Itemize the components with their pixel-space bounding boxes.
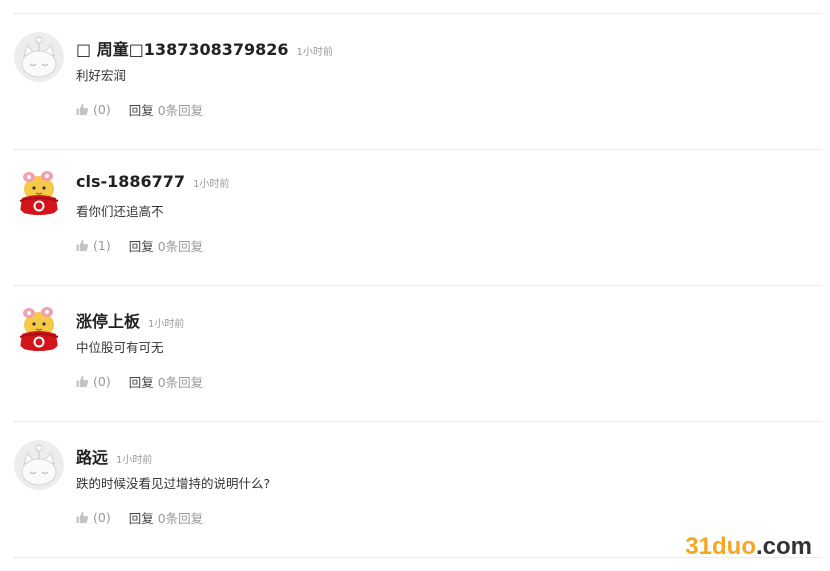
reply-count[interactable]: 0条回复	[158, 236, 203, 255]
reply-button[interactable]: 回复	[129, 236, 154, 255]
like-count: (1)	[93, 238, 111, 253]
timestamp: 1小时前	[193, 179, 230, 190]
comment-text: 利好宏润	[76, 68, 127, 83]
reply-count[interactable]: 0条回复	[158, 100, 203, 119]
thumbs-up-icon	[76, 375, 89, 388]
red-mascot-avatar[interactable]	[14, 168, 64, 218]
comment-header: cls-1886777 1小时前	[76, 172, 229, 191]
like-button[interactable]: (0)	[76, 102, 111, 117]
username[interactable]: 涨停上板	[76, 308, 140, 332]
comment-list: □ 周童□1387308379826 1小时前 利好宏润 (0) 回复 0条回复…	[13, 13, 821, 558]
comment-item: 涨停上板 1小时前 中位股可有可无 (0) 回复 0条回复	[13, 286, 821, 422]
like-count: (0)	[93, 510, 111, 525]
like-count: (0)	[93, 374, 111, 389]
thumbs-up-icon	[76, 239, 89, 252]
comment-actions: (0) 回复 0条回复	[76, 100, 203, 119]
username[interactable]: 路远	[76, 444, 108, 468]
watermark-domain: .com	[755, 533, 812, 560]
comment-actions: (0) 回复 0条回复	[76, 508, 203, 527]
reply-count[interactable]: 0条回复	[158, 508, 203, 527]
comment-actions: (0) 回复 0条回复	[76, 372, 203, 391]
thumbs-up-icon	[76, 511, 89, 524]
username[interactable]: □ 周童□1387308379826	[76, 36, 289, 60]
username[interactable]: cls-1886777	[76, 172, 185, 191]
like-button[interactable]: (0)	[76, 374, 111, 389]
like-count: (0)	[93, 102, 111, 117]
default-cat-avatar[interactable]	[14, 32, 64, 82]
comment-header: 路远 1小时前	[76, 444, 152, 468]
comment-item: □ 周童□1387308379826 1小时前 利好宏润 (0) 回复 0条回复	[13, 14, 821, 150]
site-watermark: 31duo.com	[685, 533, 812, 561]
timestamp: 1小时前	[116, 455, 153, 466]
like-button[interactable]: (1)	[76, 238, 111, 253]
comment-actions: (1) 回复 0条回复	[76, 236, 203, 255]
comment-item: cls-1886777 1小时前 看你们还追高不 (1) 回复 0条回复	[13, 150, 821, 286]
watermark-accent: 31duo	[685, 533, 756, 560]
comment-header: □ 周童□1387308379826 1小时前	[76, 36, 333, 60]
red-mascot-avatar[interactable]	[14, 304, 64, 354]
reply-count[interactable]: 0条回复	[158, 372, 203, 391]
timestamp: 1小时前	[296, 47, 333, 58]
reply-button[interactable]: 回复	[129, 100, 154, 119]
thumbs-up-icon	[76, 103, 89, 116]
comment-text: 跌的时候没看见过增持的说明什么?	[76, 476, 271, 491]
like-button[interactable]: (0)	[76, 510, 111, 525]
comment-header: 涨停上板 1小时前	[76, 308, 184, 332]
timestamp: 1小时前	[148, 319, 185, 330]
reply-button[interactable]: 回复	[129, 372, 154, 391]
default-cat-avatar[interactable]	[14, 440, 64, 490]
comment-text: 中位股可有可无	[76, 340, 164, 355]
reply-button[interactable]: 回复	[129, 508, 154, 527]
comment-text: 看你们还追高不	[76, 204, 164, 219]
